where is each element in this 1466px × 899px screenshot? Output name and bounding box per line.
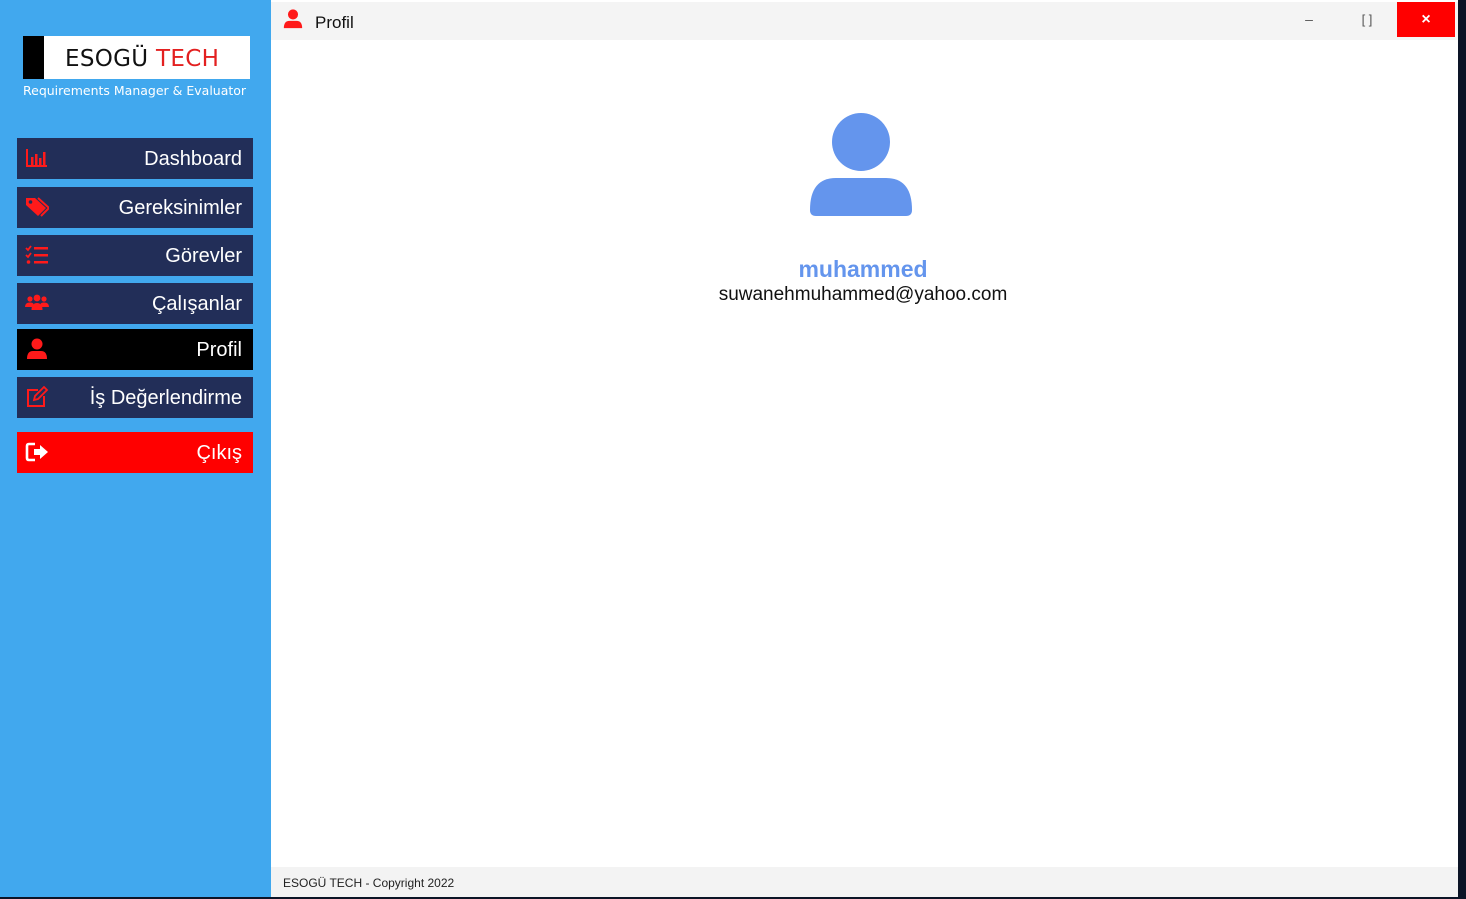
logo-text: ESOGÜ TECH	[65, 46, 219, 72]
nav-calisanlar[interactable]: Çalışanlar	[17, 283, 253, 324]
profile-email: suwanehmuhammed@yahoo.com	[718, 284, 1008, 305]
minimize-button[interactable]: –	[1281, 2, 1337, 37]
nav-gereksinimler[interactable]: Gereksinimler	[17, 187, 253, 228]
profile-username: muhammed	[798, 256, 928, 282]
logo-name-main: ESOGÜ	[65, 46, 149, 72]
sign-out-icon	[25, 442, 48, 462]
edit-icon	[27, 386, 49, 407]
nav-gereksinimler-label: Gereksinimler	[118, 197, 242, 219]
chart-bar-icon	[26, 149, 47, 167]
user-icon	[283, 9, 303, 29]
footer: ESOGÜ TECH - Copyright 2022	[271, 867, 1458, 897]
app-subtitle: Requirements Manager & Evaluator	[23, 83, 247, 98]
nav-is-degerlendirme[interactable]: İş Değerlendirme	[17, 377, 253, 418]
sidebar: ESOGÜ TECH Requirements Manager & Evalua…	[0, 0, 271, 897]
logo-bar	[23, 36, 44, 79]
window-title: Profil	[315, 13, 354, 32]
nav-cikis[interactable]: Çıkış	[17, 432, 253, 473]
tasks-list-icon	[25, 245, 48, 264]
logo: ESOGÜ TECH	[23, 36, 250, 79]
footer-copyright: ESOGÜ TECH - Copyright 2022	[283, 876, 455, 890]
users-icon	[25, 294, 49, 310]
nav-profil-label: Profil	[196, 339, 242, 361]
close-button[interactable]: ×	[1397, 2, 1455, 37]
maximize-button[interactable]: [ ]	[1339, 2, 1395, 37]
nav-is-degerlendirme-label: İş Değerlendirme	[89, 387, 242, 409]
user-icon	[27, 338, 47, 359]
nav-dashboard-label: Dashboard	[144, 148, 242, 170]
logo-name-accent: TECH	[156, 46, 220, 72]
tags-icon	[26, 197, 49, 217]
nav-profil[interactable]: Profil	[17, 329, 253, 370]
nav-gorevler-label: Görevler	[165, 245, 242, 267]
nav-gorevler[interactable]: Görevler	[17, 235, 253, 276]
nav-dashboard[interactable]: Dashboard	[17, 138, 253, 179]
app-window: ESOGÜ TECH Requirements Manager & Evalua…	[0, 0, 1458, 897]
nav-calisanlar-label: Çalışanlar	[151, 293, 242, 315]
title-bar: Profil – [ ] ×	[271, 2, 1458, 40]
avatar	[810, 113, 912, 216]
nav-cikis-label: Çıkış	[196, 442, 242, 464]
